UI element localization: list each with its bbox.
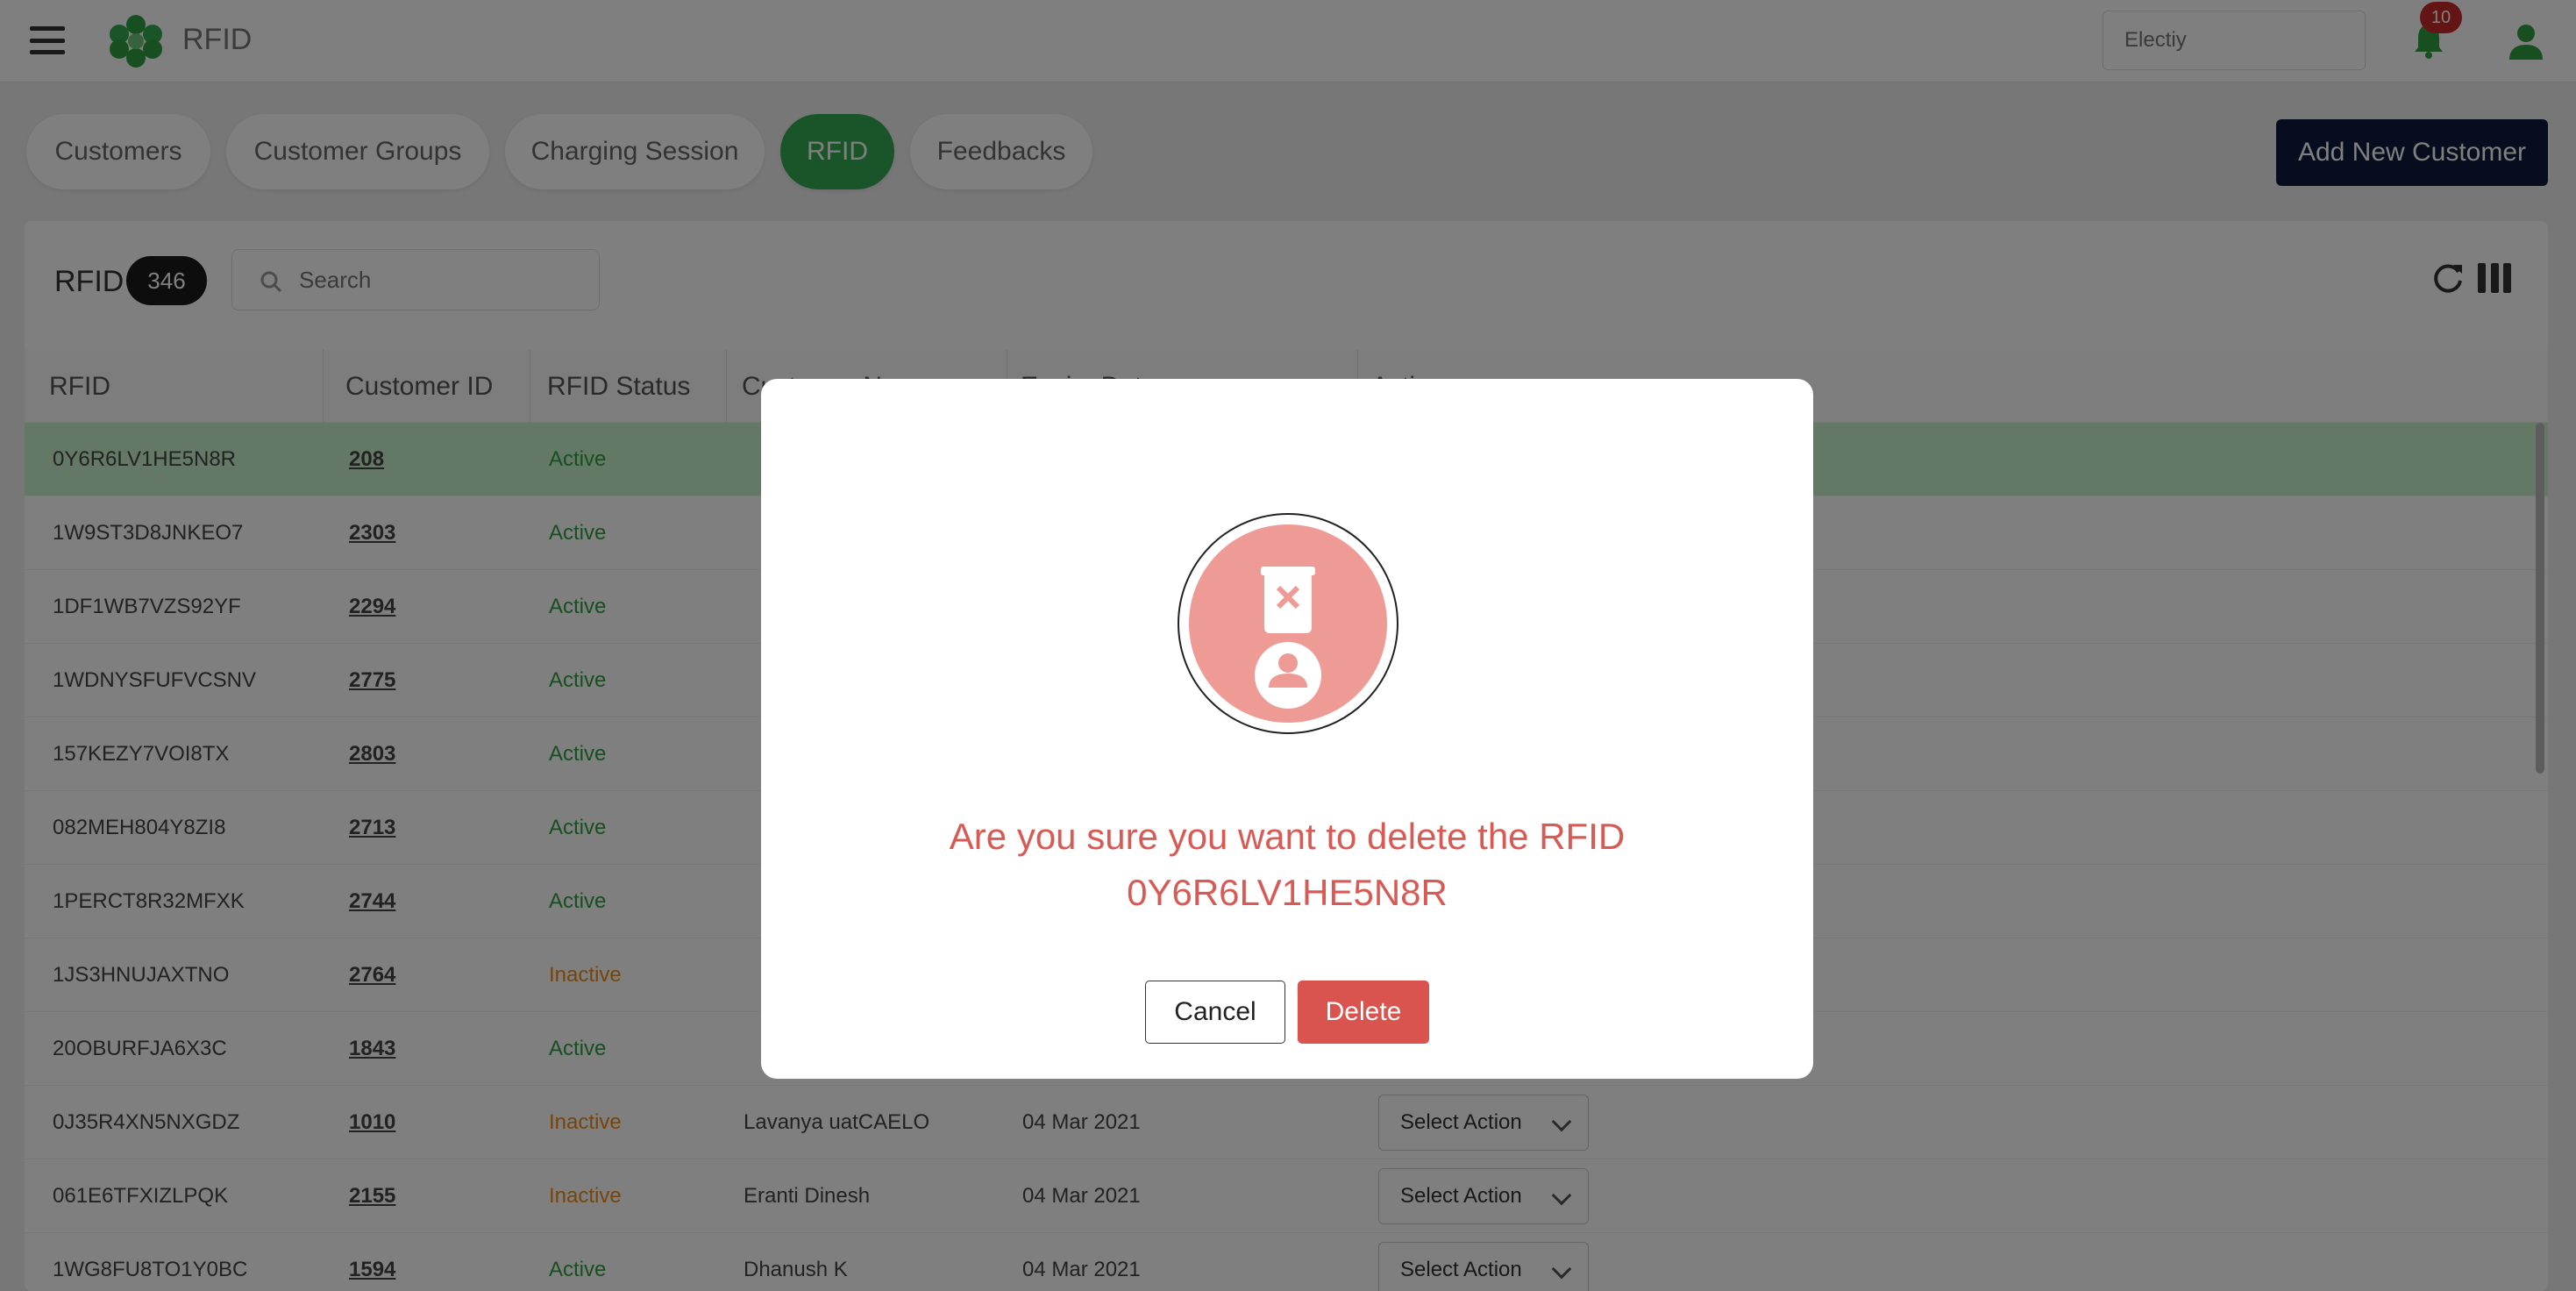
delete-rfid-icon bbox=[1178, 513, 1398, 734]
confirmation-message: Are you sure you want to delete the RFID… bbox=[761, 809, 1813, 921]
cancel-button[interactable]: Cancel bbox=[1145, 981, 1285, 1044]
confirmation-message-line1: Are you sure you want to delete the RFID bbox=[949, 816, 1626, 857]
delete-button[interactable]: Delete bbox=[1298, 981, 1429, 1044]
confirmation-rfid-value: 0Y6R6LV1HE5N8R bbox=[1127, 872, 1448, 913]
delete-confirmation-dialog: Are you sure you want to delete the RFID… bbox=[761, 379, 1813, 1079]
